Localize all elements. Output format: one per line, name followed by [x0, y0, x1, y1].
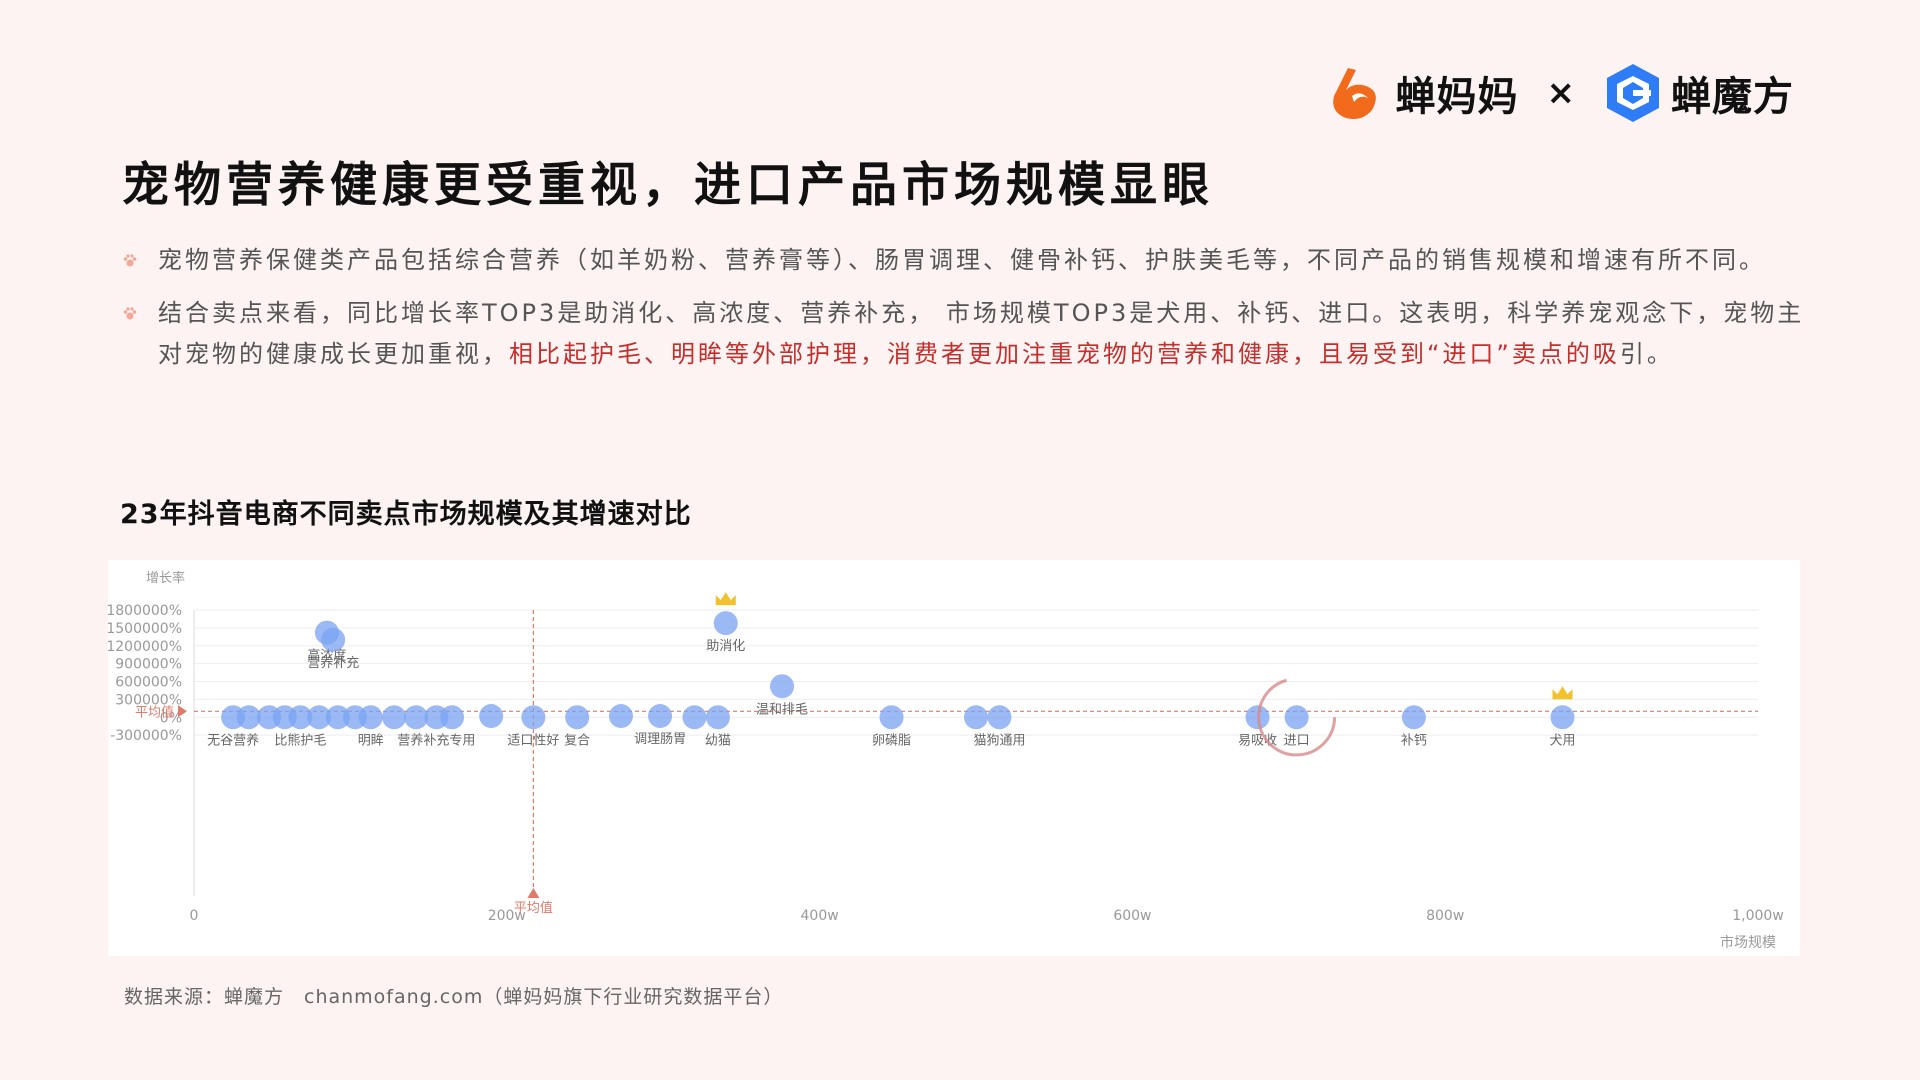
data-point — [565, 705, 590, 730]
y-tick-label: 900000% — [115, 657, 182, 673]
data-point-label: 卵磷脂 — [872, 733, 911, 748]
brand-times-sign: × — [1546, 73, 1576, 113]
x-tick-label: 800w — [1426, 908, 1464, 924]
bullet-list: 宠物营养保健类产品包括综合营养（如羊奶粉、营养膏等）、肠胃调理、健骨补钙、护肤美… — [122, 240, 1822, 387]
data-point — [713, 611, 738, 636]
bubble-chart: 增长率 市场规模 1800000% 1500000% 1200000% 900000%… — [108, 570, 1784, 951]
data-point-label: 营养补充专用 — [397, 732, 475, 748]
y-tick-label: 600000% — [115, 675, 182, 691]
data-point — [648, 704, 673, 729]
bullet-text-2-highlight: 相比起护毛、明眸等外部护理，消费者更加注重宠物的营养和健康，且易受到“进口”卖点… — [509, 340, 1620, 368]
data-point-label: 复合 — [564, 733, 590, 748]
bullet-text-1: 宠物营养保健类产品包括综合营养（如羊奶粉、营养膏等）、肠胃调理、健骨补钙、护肤美… — [158, 246, 1766, 274]
data-point-label: 进口 — [1284, 733, 1310, 748]
data-point-label: 猫狗通用 — [973, 733, 1025, 748]
data-point — [521, 705, 546, 730]
chanmama-logo-text: 蝉妈妈 — [1395, 74, 1519, 120]
y-tick-label: 1800000% — [108, 603, 182, 619]
chanmofang-logo: 蝉魔方 — [1603, 62, 1794, 124]
chanmofang-logo-icon — [1607, 64, 1659, 122]
data-point-label: 适口性好 — [507, 733, 559, 748]
avg-x-marker — [527, 888, 540, 898]
avg-y-marker — [178, 705, 187, 718]
x-tick-label: 400w — [801, 908, 839, 924]
data-point-label: 助消化 — [706, 639, 745, 654]
data-point — [1284, 705, 1309, 730]
data-point — [608, 704, 633, 729]
data-point — [321, 627, 346, 652]
data-point — [1401, 705, 1426, 730]
y-tick-label: 1500000% — [108, 621, 182, 637]
paw-bullet-icon — [123, 254, 137, 267]
avg-y-label: 平均值 — [135, 704, 174, 720]
data-point — [479, 704, 504, 729]
bullet-item-2: 结合卖点来看，同比增长率TOP3是助消化、高浓度、营养补充， 市场规模TOP3是… — [122, 293, 1822, 375]
data-point — [987, 705, 1012, 730]
x-tick-label: 0 — [190, 908, 199, 924]
data-point — [382, 705, 407, 730]
brand-logos: 蝉妈妈 × 蝉魔方 — [1326, 62, 1795, 124]
data-point — [879, 705, 904, 730]
y-axis-label: 增长率 — [146, 570, 185, 586]
data-point-label: 营养补充 — [307, 655, 359, 671]
data-point — [440, 705, 465, 730]
data-point-label: 补钙 — [1401, 733, 1427, 748]
data-point-label: 比熊护毛 — [274, 732, 326, 748]
data-point — [705, 705, 730, 730]
data-point-label: 调理肠胃 — [634, 732, 686, 747]
page-title: 宠物营养健康更受重视，进口产品市场规模显眼 — [122, 158, 1214, 213]
data-point — [682, 705, 707, 730]
chanmofang-logo-text: 蝉魔方 — [1671, 74, 1794, 120]
data-point — [1550, 705, 1575, 730]
data-source: 数据来源：蝉魔方 chanmofang.com（蝉妈妈旗下行业研究数据平台） — [124, 986, 784, 1008]
bullet-item-1: 宠物营养保健类产品包括综合营养（如羊奶粉、营养膏等）、肠胃调理、健骨补钙、护肤美… — [122, 240, 1822, 281]
data-point-label: 幼猫 — [705, 733, 731, 748]
x-tick-label: 600w — [1113, 908, 1151, 924]
y-tick-label: 1200000% — [108, 639, 182, 655]
crown-icon — [1552, 686, 1573, 700]
x-tick-label: 1,000w — [1732, 908, 1784, 924]
crown-icon — [715, 592, 736, 606]
bullet-text-2-end: 引。 — [1619, 340, 1674, 368]
paw-bullet-icon — [123, 307, 137, 320]
y-tick-label: -300000% — [110, 728, 182, 744]
avg-x-label: 平均值 — [514, 900, 553, 916]
data-point-label: 无谷营养 — [207, 732, 259, 748]
chanmama-logo-icon — [1332, 68, 1376, 119]
data-point — [964, 705, 988, 730]
data-point-label: 犬用 — [1549, 733, 1575, 748]
data-point — [358, 705, 383, 730]
data-point-label: 明眸 — [358, 732, 384, 748]
data-point-label: 温和排毛 — [756, 702, 808, 717]
x-axis-label: 市场规模 — [1720, 934, 1776, 951]
chart-title: 23年抖音电商不同卖点市场规模及其增速对比 — [120, 499, 692, 530]
chanmama-logo: 蝉妈妈 — [1326, 64, 1519, 122]
data-point — [770, 674, 795, 699]
